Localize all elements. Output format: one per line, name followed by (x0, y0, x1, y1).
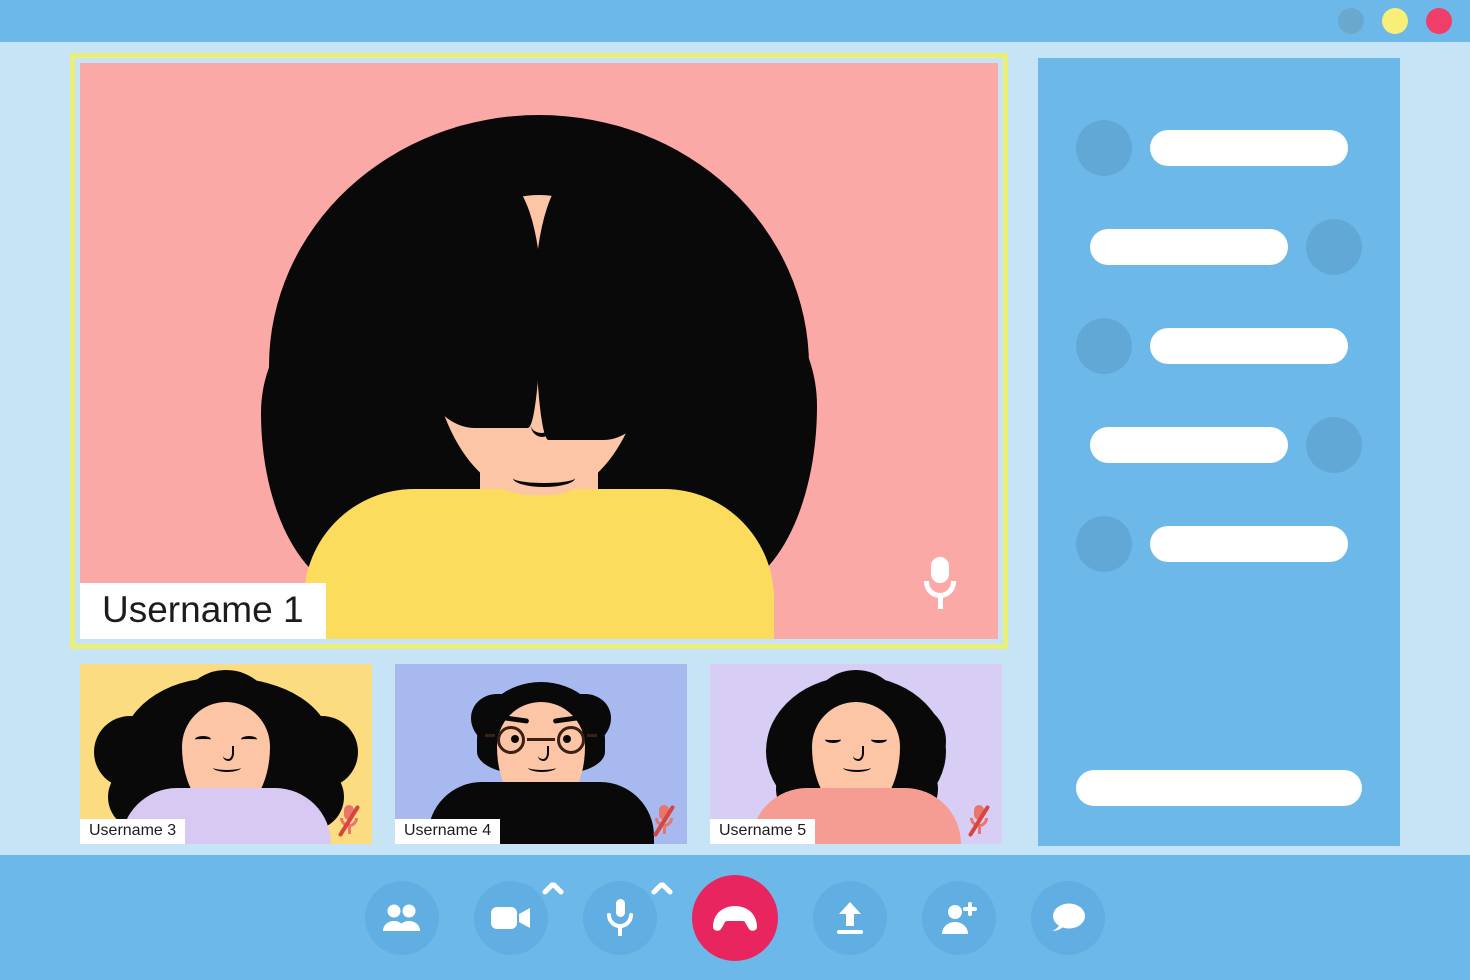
chat-message-bubble (1090, 427, 1288, 463)
minimize-button[interactable] (1338, 8, 1364, 34)
thumbnail-strip: Username 3 Username 4 Username 5 (80, 664, 1002, 844)
participant-tile[interactable]: Username 4 (395, 664, 687, 844)
avatar-nose (531, 402, 553, 437)
thumb-eye-left (511, 735, 519, 743)
invite-button[interactable] (922, 880, 996, 955)
thumb-eye-left (195, 736, 211, 743)
video-call-window: Username 1 Username 3 Username 4 Usernam… (0, 0, 1470, 980)
chat-message-bubble (1090, 229, 1288, 265)
window-controls (1338, 8, 1452, 34)
call-stage: Username 1 Username 3 Username 4 Usernam… (0, 42, 1470, 855)
thumb-mouth (213, 763, 241, 772)
microphone-button[interactable] (583, 880, 657, 955)
main-video-username: Username 1 (80, 582, 326, 639)
share-screen-button[interactable] (813, 880, 887, 955)
chat-message-row[interactable] (1076, 219, 1362, 275)
avatar-shirt (304, 489, 774, 639)
video-camera-icon (491, 906, 530, 929)
avatar (1076, 516, 1132, 572)
participants-button[interactable] (365, 880, 439, 955)
avatar-mouth (513, 469, 575, 488)
thumb-mouth (528, 763, 556, 772)
video-button[interactable] (474, 880, 548, 955)
chat-message-row[interactable] (1076, 318, 1362, 374)
microphone-icon (607, 898, 633, 936)
thumb-eye-right (563, 735, 571, 743)
thumb-eye-left (825, 736, 841, 743)
chat-message-row[interactable] (1076, 516, 1362, 572)
participant-tile[interactable]: Username 3 (80, 664, 372, 844)
participant-username: Username 4 (395, 819, 501, 844)
chat-panel (1038, 58, 1400, 846)
participant-tile[interactable]: Username 5 (710, 664, 1002, 844)
phone-hangup-icon (713, 905, 757, 931)
speech-bubble-icon (1052, 903, 1085, 931)
upload-arrow-icon (837, 901, 863, 934)
close-button[interactable] (1426, 8, 1452, 34)
chat-button[interactable] (1031, 880, 1105, 955)
microphone-muted-icon (967, 804, 991, 838)
chat-message-bubble (1150, 130, 1348, 166)
participant-username: Username 5 (710, 819, 816, 844)
title-bar (0, 0, 1470, 42)
maximize-button[interactable] (1382, 8, 1408, 34)
chat-message-bubble (1150, 526, 1348, 562)
avatar (1306, 219, 1362, 275)
glasses-icon (485, 726, 597, 754)
participant-username: Username 3 (80, 819, 186, 844)
end-call-button[interactable] (692, 874, 778, 961)
avatar (1076, 318, 1132, 374)
chat-message-row[interactable] (1076, 417, 1362, 473)
microphone-muted-icon (652, 804, 676, 838)
chevron-up-icon[interactable] (651, 875, 673, 897)
chat-message-row[interactable] (1076, 120, 1362, 176)
thumb-eye-right (241, 736, 257, 743)
chat-message-bubble (1150, 328, 1348, 364)
avatar (1306, 417, 1362, 473)
microphone-muted-icon (337, 804, 361, 838)
avatar (1076, 120, 1132, 176)
thumb-eye-right (871, 736, 887, 743)
main-video-feed: Username 1 (80, 63, 998, 639)
people-icon (383, 904, 420, 931)
microphone-icon (924, 557, 956, 609)
chevron-up-icon[interactable] (542, 875, 564, 897)
call-toolbar (0, 855, 1470, 980)
person-add-icon (942, 901, 977, 934)
chat-input[interactable] (1076, 770, 1362, 806)
main-video-tile[interactable]: Username 1 (70, 53, 1008, 649)
thumb-mouth (843, 763, 871, 772)
